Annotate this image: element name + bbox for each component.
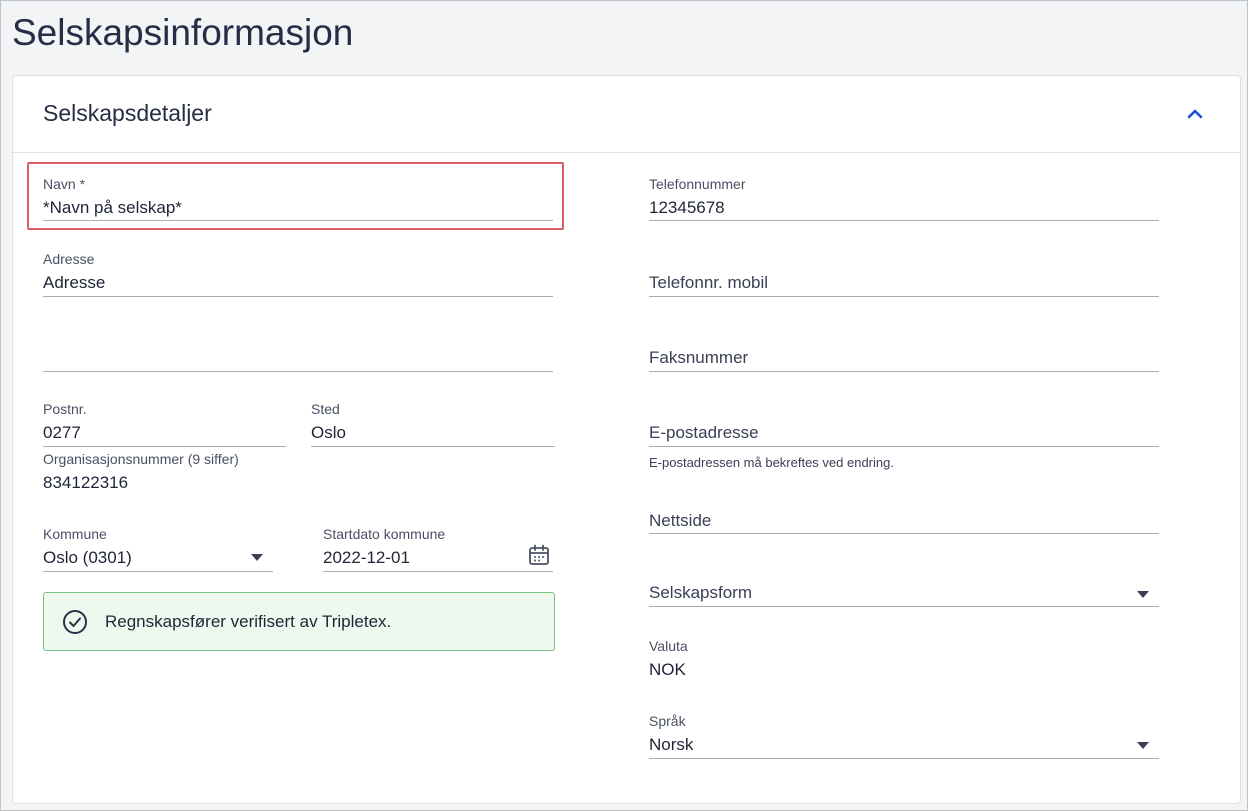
adresse-field[interactable]: Adresse Adresse [43,249,553,297]
caret-down-icon[interactable] [1137,742,1149,749]
telefon-input[interactable]: 12345678 [649,198,725,218]
navn-label: Navn * [43,176,86,192]
valuta-value: NOK [649,660,686,679]
orgnr-label: Organisasjonsnummer (9 siffer) [43,451,239,467]
valuta-field: Valuta NOK [649,636,1159,680]
kommune-underline [43,571,273,572]
startdato-underline [323,571,553,572]
card-header[interactable]: Selskapsdetaljer [13,76,1240,153]
postnr-underline [43,446,286,447]
telefon-underline [649,220,1159,221]
postnr-field[interactable]: Postnr. 0277 [43,399,286,447]
sted-label: Sted [311,401,340,417]
page-title: Selskapsinformasjon [12,12,354,53]
orgnr-field: Organisasjonsnummer (9 siffer) 834122316 [43,449,553,493]
adresse-input[interactable]: Adresse [43,273,105,293]
orgnr-value: 834122316 [43,473,129,492]
telefon-label: Telefonnummer [649,176,746,192]
company-details-card: Selskapsdetaljer Navn * *Navn på selskap… [12,75,1241,804]
startdato-label: Startdato kommune [323,526,446,542]
epost-field[interactable]: E-postadresse E-postadressen må bekrefte… [649,399,1159,471]
adresse-underline [43,296,553,297]
faks-field[interactable]: Faksnummer [649,324,1159,372]
epost-underline [649,446,1159,447]
chevron-up-icon[interactable] [1183,102,1207,126]
selskapsform-underline [649,606,1159,607]
postnr-input[interactable]: 0277 [43,423,81,443]
postnr-label: Postnr. [43,401,87,417]
valuta-label: Valuta [649,638,688,654]
nettside-field[interactable]: Nettside [649,487,1159,535]
navn-input[interactable]: *Navn på selskap* [43,198,182,218]
epost-hint: E-postadressen må bekreftes ved endring. [649,455,894,470]
navn-field[interactable]: Navn * *Navn på selskap* [43,174,553,222]
caret-down-icon[interactable] [1137,591,1149,598]
caret-down-icon[interactable] [251,554,263,561]
navn-underline [43,220,553,221]
mobil-field[interactable]: Telefonnr. mobil [649,249,1159,297]
mobil-input[interactable]: Telefonnr. mobil [649,273,768,293]
kommune-label: Kommune [43,526,107,542]
selskapsform-select[interactable]: Selskapsform [649,559,1159,607]
sted-input[interactable]: Oslo [311,423,346,443]
sted-field[interactable]: Sted Oslo [311,399,555,447]
calendar-icon[interactable] [527,543,551,567]
section-title: Selskapsdetaljer [43,100,212,126]
startdato-input[interactable]: 2022-12-01 [323,548,410,568]
nettside-underline [649,533,1159,534]
faks-underline [649,371,1159,372]
sprak-value[interactable]: Norsk [649,735,693,755]
adresse2-underline [43,371,553,372]
sprak-underline [649,758,1159,759]
nettside-input[interactable]: Nettside [649,511,711,531]
sprak-label: Språk [649,713,686,729]
kommune-value[interactable]: Oslo (0301) [43,548,132,568]
epost-input[interactable]: E-postadresse [649,423,759,443]
sted-underline [311,446,555,447]
telefon-field[interactable]: Telefonnummer 12345678 [649,174,1159,222]
check-circle-icon [63,610,87,634]
adresse2-field[interactable] [43,324,553,372]
faks-input[interactable]: Faksnummer [649,348,748,368]
adresse-label: Adresse [43,251,95,267]
verified-banner: Regnskapsfører verifisert av Tripletex. [43,592,555,651]
selskapsform-value[interactable]: Selskapsform [649,583,752,603]
startdato-field[interactable]: Startdato kommune 2022-12-01 [323,524,553,572]
kommune-select[interactable]: Kommune Oslo (0301) [43,524,273,572]
mobil-underline [649,296,1159,297]
sprak-select[interactable]: Språk Norsk [649,711,1159,759]
verified-text: Regnskapsfører verifisert av Tripletex. [105,612,392,631]
